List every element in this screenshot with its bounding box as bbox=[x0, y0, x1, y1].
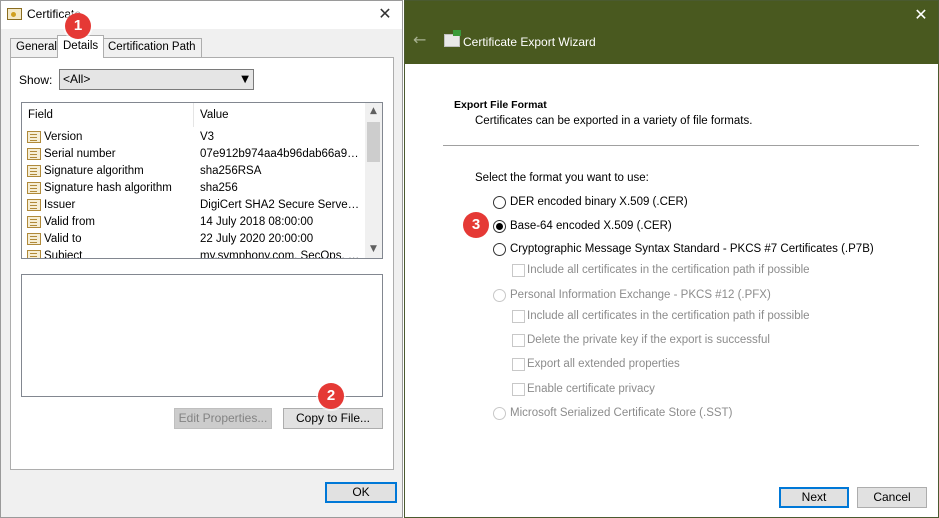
step-badge-1: 1 bbox=[65, 13, 91, 39]
certificate-field-icon bbox=[27, 216, 41, 228]
radio-base64-label[interactable]: Base-64 encoded X.509 (.CER) bbox=[510, 220, 672, 232]
checkbox-p7b-include-path-label[interactable]: Include all certificates in the certific… bbox=[527, 264, 810, 276]
next-button[interactable]: Next bbox=[779, 487, 849, 508]
field-name: Issuer bbox=[44, 199, 76, 211]
radio-der-label[interactable]: DER encoded binary X.509 (.CER) bbox=[510, 196, 688, 208]
checkbox-delete-private-key[interactable] bbox=[512, 334, 525, 347]
section-title: Export File Format bbox=[454, 99, 547, 111]
column-header-value[interactable]: Value bbox=[194, 103, 367, 127]
wizard-title: Certificate Export Wizard bbox=[463, 35, 596, 49]
step-badge-2: 2 bbox=[318, 383, 344, 409]
certificate-fields-list[interactable]: Field Value Version V3 Serial number 07e912… bbox=[21, 102, 383, 259]
field-value: 22 July 2020 20:00:00 bbox=[200, 233, 314, 245]
field-row[interactable]: Valid from 14 July 2018 08:00:00 bbox=[22, 214, 366, 231]
checkbox-delete-private-key-label[interactable]: Delete the private key if the export is … bbox=[527, 334, 770, 346]
field-row[interactable]: Serial number 07e912b974aa4b96dab66a92... bbox=[22, 146, 366, 163]
checkbox-export-extended[interactable] bbox=[512, 358, 525, 371]
back-arrow-icon[interactable]: ← bbox=[413, 31, 431, 49]
close-icon[interactable]: ✕ bbox=[374, 4, 396, 24]
radio-pfx-label[interactable]: Personal Information Exchange - PKCS #12… bbox=[510, 289, 771, 301]
show-dropdown-value: <All> bbox=[63, 72, 91, 86]
checkbox-p7b-include-path[interactable] bbox=[512, 264, 525, 277]
radio-sst-label[interactable]: Microsoft Serialized Certificate Store (… bbox=[510, 407, 732, 419]
field-row[interactable]: Valid to 22 July 2020 20:00:00 bbox=[22, 231, 366, 248]
show-dropdown[interactable]: <All> ▼ bbox=[59, 69, 254, 90]
list-scrollbar[interactable]: ▲ ▼ bbox=[365, 103, 382, 258]
field-row[interactable]: Signature algorithm sha256RSA bbox=[22, 163, 366, 180]
field-name: Signature hash algorithm bbox=[44, 182, 172, 194]
radio-pfx[interactable] bbox=[493, 289, 506, 302]
certificate-field-icon bbox=[27, 131, 41, 143]
scroll-thumb[interactable] bbox=[367, 122, 380, 162]
close-icon[interactable]: ✕ bbox=[910, 5, 932, 25]
scroll-up-icon[interactable]: ▲ bbox=[365, 103, 382, 120]
field-detail-box[interactable] bbox=[21, 274, 383, 397]
checkbox-pfx-include-path-label[interactable]: Include all certificates in the certific… bbox=[527, 310, 810, 322]
field-name: Valid from bbox=[44, 216, 95, 228]
ok-button[interactable]: OK bbox=[325, 482, 397, 503]
wizard-certificate-icon bbox=[444, 30, 461, 47]
field-value: DigiCert SHA2 Secure Server ... bbox=[200, 199, 360, 211]
field-value: V3 bbox=[200, 131, 215, 143]
show-label: Show: bbox=[19, 73, 53, 87]
radio-der[interactable] bbox=[493, 196, 506, 209]
field-value: sha256RSA bbox=[200, 165, 262, 177]
certificate-field-icon bbox=[27, 165, 41, 177]
field-name: Signature algorithm bbox=[44, 165, 144, 177]
field-name: Valid to bbox=[44, 233, 82, 245]
radio-base64[interactable] bbox=[493, 220, 506, 233]
cancel-button[interactable]: Cancel bbox=[857, 487, 927, 508]
checkbox-cert-privacy[interactable] bbox=[512, 383, 525, 396]
step-badge-3: 3 bbox=[463, 212, 489, 238]
certificate-field-icon bbox=[27, 233, 41, 245]
section-subtitle: Certificates can be exported in a variet… bbox=[475, 115, 753, 127]
column-header-field[interactable]: Field bbox=[22, 103, 194, 127]
field-row[interactable]: Version V3 bbox=[22, 129, 366, 146]
certificate-field-icon bbox=[27, 250, 41, 258]
copy-to-file-button[interactable]: Copy to File... bbox=[283, 408, 383, 429]
field-value: sha256 bbox=[200, 182, 238, 194]
checkbox-pfx-include-path[interactable] bbox=[512, 310, 525, 323]
field-row[interactable]: Signature hash algorithm sha256 bbox=[22, 180, 366, 197]
field-row[interactable]: Subject my.symphony.com, SecOps, S... bbox=[22, 248, 366, 259]
radio-sst[interactable] bbox=[493, 407, 506, 420]
checkbox-cert-privacy-label[interactable]: Enable certificate privacy bbox=[527, 383, 655, 395]
tab-certification-path[interactable]: Certification Path bbox=[102, 38, 202, 57]
format-prompt: Select the format you want to use: bbox=[475, 172, 649, 184]
wizard-header: ← Certificate Export Wizard ✕ bbox=[405, 1, 938, 64]
certificate-field-icon bbox=[27, 182, 41, 194]
field-name: Subject bbox=[44, 250, 83, 259]
edit-properties-button[interactable]: Edit Properties... bbox=[174, 408, 272, 429]
field-name: Serial number bbox=[44, 148, 116, 160]
radio-p7b[interactable] bbox=[493, 243, 506, 256]
certificate-icon bbox=[7, 8, 22, 20]
field-name: Version bbox=[44, 131, 83, 143]
scroll-down-icon[interactable]: ▼ bbox=[365, 241, 382, 258]
export-wizard-window: ← Certificate Export Wizard ✕ Export Fil… bbox=[404, 0, 939, 518]
certificate-window: Certificate ✕ General Details Certificat… bbox=[0, 0, 403, 518]
certificate-titlebar: Certificate ✕ bbox=[1, 1, 402, 29]
section-divider bbox=[443, 145, 919, 146]
field-value: 07e912b974aa4b96dab66a92... bbox=[200, 148, 360, 160]
field-value: 14 July 2018 08:00:00 bbox=[200, 216, 314, 228]
certificate-field-icon bbox=[27, 199, 41, 211]
checkbox-export-extended-label[interactable]: Export all extended properties bbox=[527, 358, 680, 370]
certificate-field-icon bbox=[27, 148, 41, 160]
chevron-down-icon: ▼ bbox=[241, 74, 249, 85]
field-row[interactable]: Issuer DigiCert SHA2 Secure Server ... bbox=[22, 197, 366, 214]
tab-general[interactable]: General bbox=[10, 38, 63, 57]
field-value: my.symphony.com, SecOps, S... bbox=[200, 250, 360, 259]
radio-p7b-label[interactable]: Cryptographic Message Syntax Standard - … bbox=[510, 243, 874, 255]
